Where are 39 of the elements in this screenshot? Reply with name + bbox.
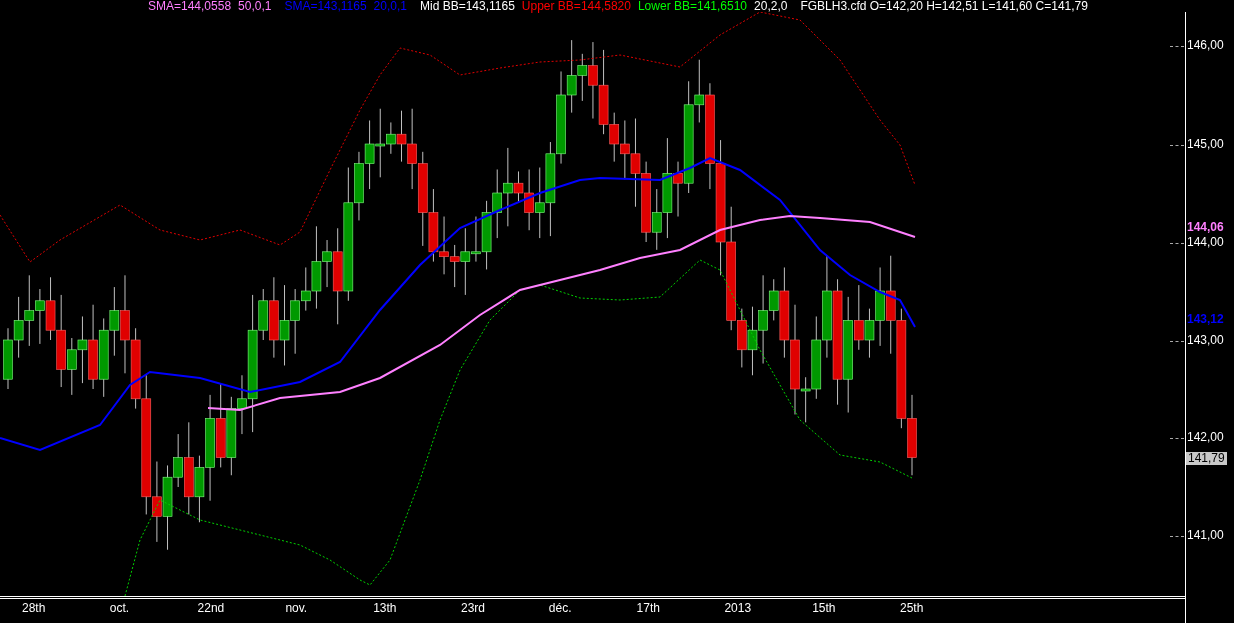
candlestick (747, 306, 758, 376)
price-label: 144,00 (1187, 236, 1224, 249)
date-label: 28th (22, 601, 47, 615)
date-label: 25th (899, 601, 925, 615)
legend-text: SMA=143,1165 (284, 0, 367, 12)
legend-text: 20,2,0 (754, 0, 788, 12)
date-label: 22nd (197, 601, 226, 615)
date-label: 15th (812, 601, 837, 615)
legend-text: 50,0,1 (238, 0, 272, 12)
price-label: 141,00 (1187, 529, 1224, 542)
candlestick (77, 316, 88, 384)
date-label: déc. (548, 601, 573, 615)
date-label: 13th (373, 601, 398, 615)
date-label: nov. (285, 601, 309, 615)
candlestick (364, 120, 375, 190)
price-label: 143,00 (1187, 334, 1224, 347)
legend-text: Mid BB=143,1165 (420, 0, 515, 12)
last-price: 141,79 (1186, 452, 1227, 465)
date-label: oct. (109, 601, 131, 615)
legend-text: 20,0,1 (373, 0, 407, 12)
date-label: 2013 (724, 601, 753, 615)
candlestick (3, 327, 13, 390)
price-label: 142,00 (1187, 431, 1224, 444)
legend-text: Upper BB=144,5820 (521, 0, 631, 12)
candlestick (439, 216, 449, 275)
price-label: 146,00 (1187, 39, 1224, 52)
legend-text: SMA=144,0558 (148, 0, 232, 12)
indicator-value: 144,06 (1187, 221, 1224, 234)
candlestick (492, 169, 503, 239)
candlestick (534, 167, 545, 239)
date-label: 23rd (461, 601, 486, 615)
legend-text: FGBLH3.cfd O=142,20 H=142,51 L=141,60 C=141,79 (800, 0, 1088, 12)
date-label: 17th (636, 601, 661, 615)
candlestick (13, 296, 24, 359)
candlestick (109, 286, 120, 357)
indicator-value: 143,12 (1187, 313, 1224, 326)
price-label: 145,00 (1187, 138, 1224, 151)
legend-text: Lower BB=141,6510 (637, 0, 748, 12)
candlestick (35, 288, 45, 345)
